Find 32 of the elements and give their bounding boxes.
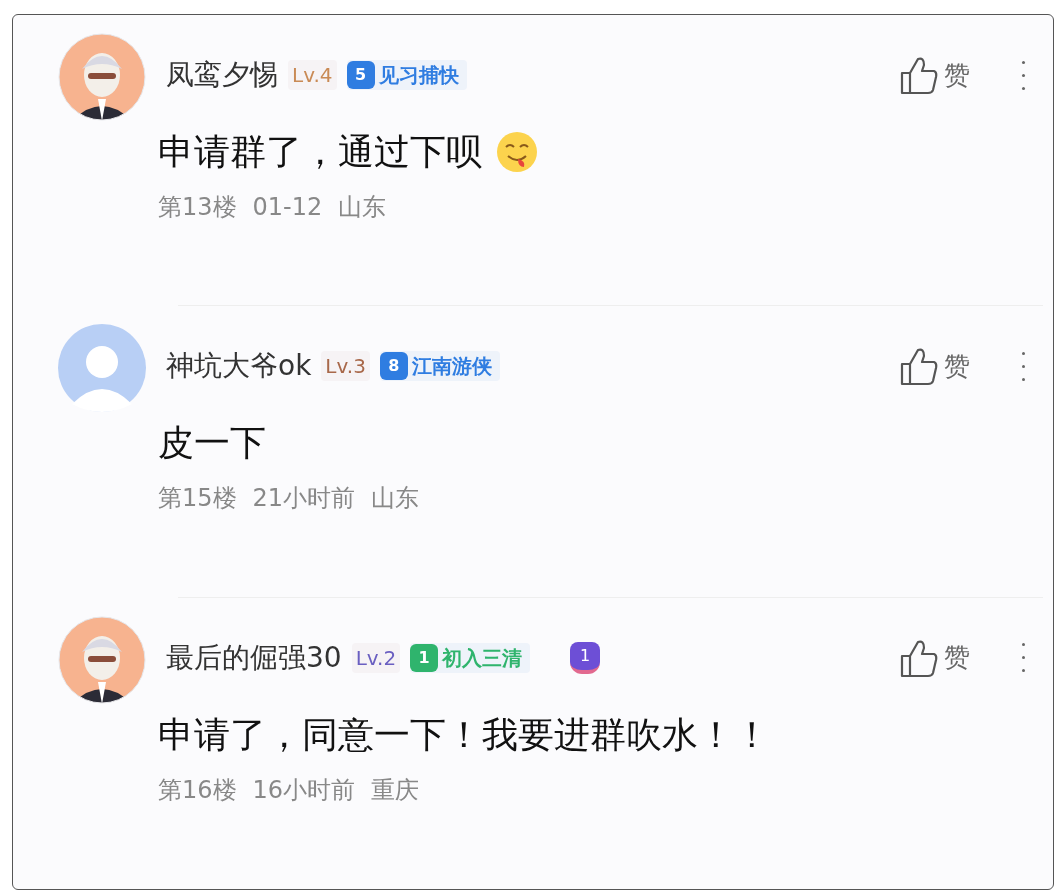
title-badge: 8 江南游侠 xyxy=(379,351,500,382)
title-badge: 1 初入三清 xyxy=(410,642,531,673)
level-badge: Lv.2 xyxy=(351,642,401,673)
comment-time: 01-12 xyxy=(252,192,323,223)
username[interactable]: 最后的倔强30 xyxy=(166,636,342,679)
thumbs-up-icon xyxy=(900,346,938,387)
more-icon[interactable] xyxy=(1022,643,1025,673)
like-button[interactable]: 赞 xyxy=(900,637,970,678)
avatar-icon xyxy=(58,324,146,413)
comment-time: 21小时前 xyxy=(252,483,356,515)
level-badge: Lv.3 xyxy=(321,351,370,382)
floor-number: 第16楼 xyxy=(158,774,237,806)
emoji-icon xyxy=(496,131,538,173)
comment-text: 申请群了，通过下呗 xyxy=(158,130,482,174)
medal-badge: 1 xyxy=(570,641,601,674)
more-icon[interactable] xyxy=(1022,60,1025,90)
like-button[interactable]: 赞 xyxy=(900,346,970,387)
comment-location: 重庆 xyxy=(371,774,420,806)
floor-number: 第15楼 xyxy=(158,483,237,515)
title-badge: 5 见习捕快 xyxy=(346,60,467,90)
username[interactable]: 凤鸾夕惕 xyxy=(166,54,278,96)
comment-time: 16小时前 xyxy=(252,774,356,806)
more-icon[interactable] xyxy=(1022,351,1025,381)
comment-text: 申请了，同意一下！我要进群吹水！！ xyxy=(158,712,770,757)
thumbs-up-icon xyxy=(900,55,938,95)
comment-location: 山东 xyxy=(371,483,420,515)
level-badge: Lv.4 xyxy=(288,60,337,90)
like-button[interactable]: 赞 xyxy=(900,55,970,95)
username[interactable]: 神坑大爷ok xyxy=(166,345,312,388)
comment-location: 山东 xyxy=(338,192,387,223)
floor-number: 第13楼 xyxy=(158,192,237,223)
comment-text: 皮一下 xyxy=(158,421,266,466)
